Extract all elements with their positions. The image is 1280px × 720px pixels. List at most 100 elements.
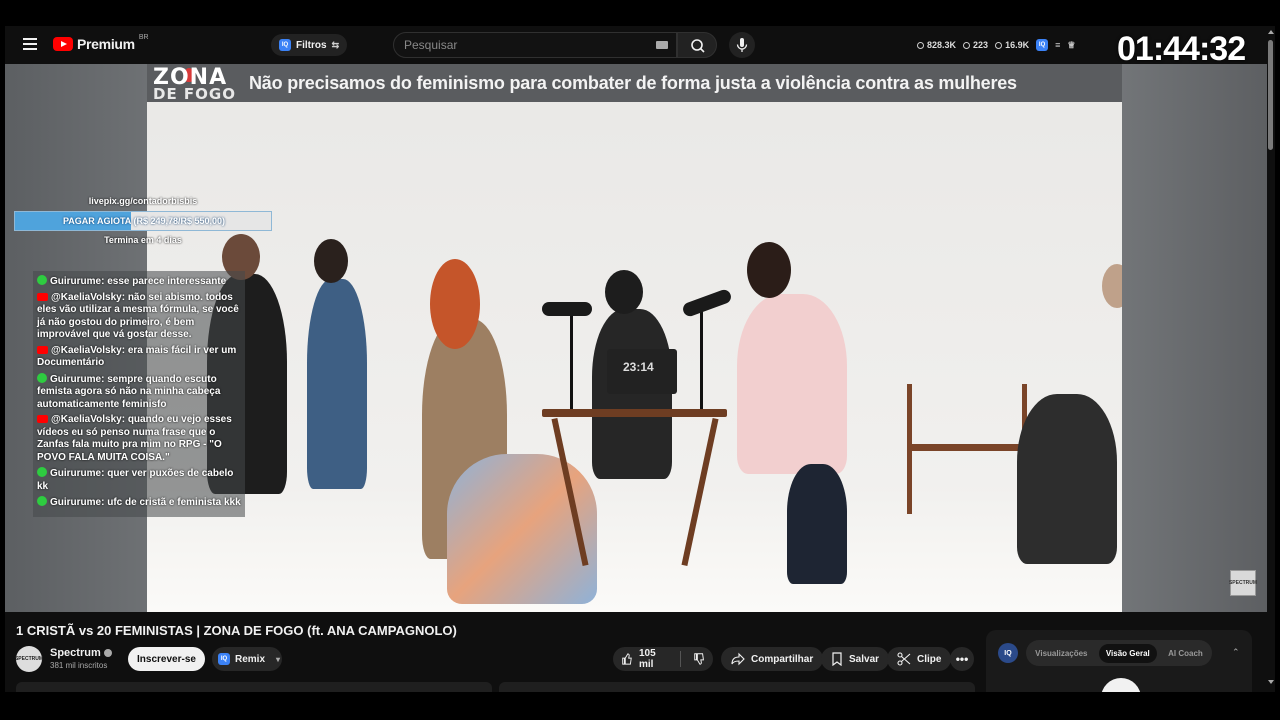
views-icon <box>917 41 924 49</box>
chat-author: Guirurume: <box>50 373 105 385</box>
description-card[interactable] <box>16 682 492 692</box>
save-button[interactable]: Salvar <box>821 647 890 671</box>
iq-tab[interactable]: Visualizações <box>1028 644 1094 663</box>
iq-icon: IQ <box>218 653 230 665</box>
chevron-up-icon[interactable]: ⌃ <box>1232 647 1240 658</box>
iq-side-panel: IQ Visualizações Visão Geral AI Coach ⌃ <box>986 630 1252 692</box>
likes-stat: 16.9K <box>995 40 1029 50</box>
chair-seat <box>907 444 1027 451</box>
youtube-icon <box>37 415 48 423</box>
chat-author: @KaeliaVolsky: <box>51 344 126 356</box>
channel-avatar[interactable]: SPECTRUM <box>15 646 43 672</box>
person-head <box>605 270 643 314</box>
chat-text: ufc de cristã e feminista kkk <box>107 497 241 508</box>
chat-author: Guirurume: <box>50 497 105 508</box>
share-label: Compartilhar <box>751 653 814 665</box>
iq-logo-icon: IQ <box>998 643 1018 663</box>
chat-overlay: Guirurume: esse parece interessante @Kael… <box>33 271 245 517</box>
voice-search-button[interactable] <box>729 32 755 58</box>
search-box[interactable] <box>393 32 677 58</box>
person <box>1017 394 1117 564</box>
youtube-icon <box>37 292 48 301</box>
mic-stand <box>700 309 703 409</box>
extension-stats: 828.3K 223 16.9K IQ ≡ ♕ <box>917 34 1075 56</box>
clip-button[interactable]: Clipe <box>887 647 952 671</box>
donation-goal-label: PAGAR AGIOTA (R$ 249,78/R$ 550,00) <box>62 216 226 226</box>
chat-author: Guirurume: <box>50 276 105 287</box>
save-label: Salvar <box>849 653 880 665</box>
views-value: 828.3K <box>927 40 957 50</box>
filters-button[interactable]: IQ Filtros ⇆ <box>271 34 348 56</box>
chat-author: @KaeliaVolsky: <box>51 414 126 425</box>
likes-stat-value: 16.9K <box>1005 40 1030 50</box>
sliders-icon: ⇆ <box>331 39 340 50</box>
more-actions-button[interactable]: ••• <box>950 647 974 671</box>
logo-line-2: DE FOGO <box>153 85 236 103</box>
subscribe-button[interactable]: Inscrever-se <box>128 647 205 671</box>
viewers-value: 223 <box>973 40 989 50</box>
iq-avatar-circle <box>1101 678 1141 692</box>
screen: Premium BR IQ Filtros ⇆ 828.3K 223 16. <box>0 0 1280 720</box>
chat-message: Guirurume: sempre quando escuto femista … <box>37 372 241 412</box>
filters-label: Filtros <box>296 39 327 51</box>
search-input[interactable] <box>404 38 644 52</box>
banner-title: Não precisamos do feminismo para combate… <box>249 72 1017 93</box>
thumbs-up-icon <box>622 653 632 665</box>
youtube-icon <box>37 345 48 354</box>
eye-icon <box>963 41 971 49</box>
like-button[interactable]: 105 mil <box>621 648 668 670</box>
channel-name-row[interactable]: Spectrum <box>50 647 112 659</box>
like-dislike-group: 105 mil <box>613 647 713 671</box>
list-icon[interactable]: ≡ <box>1055 40 1060 50</box>
chat-message: @KaeliaVolsky: era mais fácil ir ver um … <box>37 345 241 370</box>
scroll-down-arrow-icon[interactable] <box>1268 680 1274 684</box>
zona-de-fogo-logo: ZONA DE FOGO <box>147 64 249 103</box>
donation-goal-bar: PAGAR AGIOTA (R$ 249,78/R$ 550,00) <box>14 211 272 231</box>
viewers-stat: 223 <box>963 40 988 50</box>
iq-icon: IQ <box>279 39 291 51</box>
table <box>542 409 727 417</box>
iq-tab[interactable]: AI Coach <box>1161 644 1210 663</box>
trophy-icon[interactable]: ♕ <box>1067 40 1075 51</box>
kick-icon <box>37 275 47 285</box>
chat-author: @KaeliaVolsky: <box>51 291 126 303</box>
chat-message: Guirurume: esse parece interessante <box>37 275 241 289</box>
keyboard-icon[interactable] <box>656 41 668 49</box>
video-banner: ZONA DE FOGO Não precisamos do feminismo… <box>147 64 1122 103</box>
thumbs-down-icon[interactable] <box>693 652 705 666</box>
mic <box>542 302 592 316</box>
microphone-icon <box>736 38 748 52</box>
channel-name[interactable]: Spectrum <box>50 647 101 659</box>
person <box>787 464 847 584</box>
video-player[interactable]: ZONA DE FOGO Não precisamos do feminismo… <box>147 64 1122 612</box>
hamburger-menu-icon[interactable] <box>23 38 37 50</box>
mic <box>681 287 733 319</box>
scrollbar-thumb[interactable] <box>1268 40 1273 150</box>
remix-button[interactable]: IQ Remix ▾ <box>212 647 282 671</box>
iq-extension-icon[interactable]: IQ <box>1036 39 1049 51</box>
comments-card[interactable] <box>499 682 975 692</box>
logo-region: BR <box>138 33 149 41</box>
chat-message: @KaeliaVolsky: não sei abismo. todos ele… <box>37 292 241 342</box>
top-letterbox <box>0 0 1280 26</box>
chat-message: Guirurume: ufc de cristã e feminista kkk <box>37 496 241 510</box>
iq-tab[interactable]: Visão Geral <box>1098 643 1157 663</box>
share-button[interactable]: Compartilhar <box>721 647 824 671</box>
verified-icon <box>103 649 112 657</box>
scissors-icon <box>897 652 911 666</box>
person-head <box>1102 264 1122 308</box>
page-scrollbar[interactable] <box>1267 26 1275 692</box>
livepix-url: livepix.gg/contadorbisbis <box>88 196 198 206</box>
chevron-down-icon[interactable]: ▾ <box>276 655 280 664</box>
search-button[interactable] <box>677 32 717 58</box>
player-right-blur <box>1122 64 1267 612</box>
youtube-app: Premium BR IQ Filtros ⇆ 828.3K 223 16. <box>5 26 1275 692</box>
spectrum-watermark: SPECTRUM <box>1229 570 1257 596</box>
remix-label: Remix <box>235 653 266 665</box>
chat-text: esse parece interessante <box>107 276 227 287</box>
scroll-up-arrow-icon[interactable] <box>1268 30 1274 34</box>
masthead: Premium BR IQ Filtros ⇆ 828.3K 223 16. <box>5 26 1275 68</box>
kick-icon <box>37 372 47 383</box>
donation-goal-ends: Termina em 4 dias <box>104 235 182 245</box>
youtube-premium-logo[interactable]: Premium BR <box>53 33 149 52</box>
